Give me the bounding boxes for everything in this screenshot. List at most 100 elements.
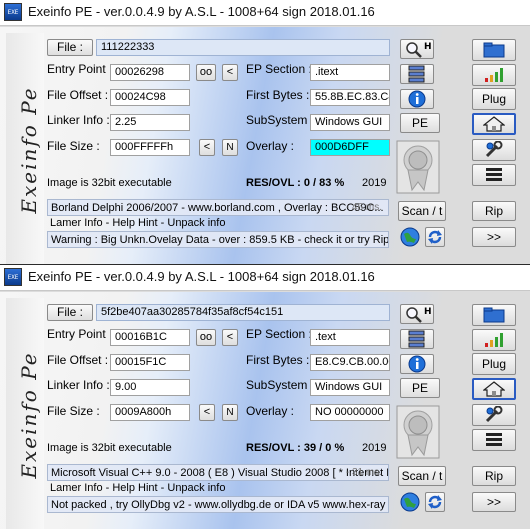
- entry-point-oo-button[interactable]: oo: [196, 329, 216, 346]
- file-open-button[interactable]: File :: [47, 39, 93, 56]
- exeinfo-window: EXE Exeinfo PE - ver.0.0.4.9 by A.S.L - …: [0, 0, 530, 264]
- entry-point-prev-button[interactable]: <: [222, 329, 238, 346]
- entry-point-field[interactable]: 00016B1C: [110, 329, 190, 346]
- file-offset-field[interactable]: 00024C98: [110, 89, 190, 106]
- list-button[interactable]: [472, 164, 516, 186]
- web-button[interactable]: [400, 492, 420, 512]
- ep-section-label: EP Section :: [246, 327, 312, 341]
- search-button[interactable]: H: [400, 39, 434, 59]
- lamer-info-line[interactable]: Lamer Info - Help Hint - Unpack info: [47, 215, 389, 232]
- first-bytes-label: First Bytes :: [246, 353, 310, 367]
- file-size-label: File Size :: [47, 139, 100, 153]
- subsystem-label: SubSystem :: [246, 378, 315, 392]
- scan-button[interactable]: Scan / t: [398, 466, 446, 486]
- overlay-field[interactable]: 000D6DFF: [310, 139, 390, 156]
- app-icon: EXE: [4, 268, 22, 286]
- open-folder-button[interactable]: [472, 304, 516, 326]
- title-bar[interactable]: EXE Exeinfo PE - ver.0.0.4.9 by A.S.L - …: [0, 0, 530, 26]
- refresh-button[interactable]: [425, 227, 445, 247]
- refresh-icon: [428, 495, 442, 509]
- rip-button[interactable]: Rip: [472, 201, 516, 221]
- file-name-field[interactable]: 5f2be407aa30285784f35af8cf54c151: [96, 304, 390, 321]
- file-size-field[interactable]: 000FFFFFh: [110, 139, 190, 156]
- home-button[interactable]: [472, 113, 516, 135]
- list-icon: [486, 168, 502, 181]
- scan-time: - 31 ms.: [345, 467, 382, 478]
- brand-stripe: Exeinfo Pe: [6, 298, 44, 529]
- plug-button[interactable]: Plug: [472, 353, 516, 375]
- h-label: H: [424, 307, 432, 317]
- tools-button[interactable]: [472, 404, 516, 426]
- ep-section-field[interactable]: .text: [310, 329, 390, 346]
- first-bytes-field[interactable]: 55.8B.EC.83.C4: [310, 89, 390, 106]
- signal-bars-icon: [485, 333, 503, 347]
- options-button[interactable]: [472, 64, 516, 86]
- first-bytes-field[interactable]: E8.C9.CB.00.00: [310, 354, 390, 371]
- hint-line[interactable]: Not packed , try OllyDbg v2 - www.ollydb…: [47, 496, 389, 513]
- globe-icon: [400, 492, 420, 512]
- entry-point-oo-button[interactable]: oo: [196, 64, 216, 81]
- detection-result-line[interactable]: Borland Delphi 2006/2007 - www.borland.c…: [47, 199, 389, 216]
- file-size-n-button[interactable]: N: [222, 139, 238, 156]
- list-button[interactable]: [472, 429, 516, 451]
- overlay-field[interactable]: NO 00000000: [310, 404, 390, 421]
- entry-point-label: Entry Point :: [47, 327, 113, 341]
- brand-logo-text: Exeinfo Pe: [17, 351, 41, 479]
- search-icon: [406, 42, 422, 58]
- open-folder-button[interactable]: [472, 39, 516, 61]
- file-size-field[interactable]: 0009A800h: [110, 404, 190, 421]
- pe-button[interactable]: PE: [400, 378, 440, 398]
- app-icon: EXE: [4, 3, 22, 21]
- executable-info-text: Image is 32bit executable: [47, 442, 172, 454]
- medal-seal-icon: [396, 405, 440, 459]
- subsystem-field[interactable]: Windows GUI: [310, 114, 390, 131]
- exeinfo-window: EXE Exeinfo PE - ver.0.0.4.9 by A.S.L - …: [0, 265, 530, 529]
- ep-section-field[interactable]: .itext: [310, 64, 390, 81]
- window-title: Exeinfo PE - ver.0.0.4.9 by A.S.L - 1008…: [28, 4, 375, 19]
- file-size-prev-button[interactable]: <: [199, 404, 215, 421]
- hint-line[interactable]: Warning : Big Unkn.Ovelay Data - over : …: [47, 231, 389, 248]
- file-size-label: File Size :: [47, 404, 100, 418]
- pe-button[interactable]: PE: [400, 113, 440, 133]
- entry-point-prev-button[interactable]: <: [222, 64, 238, 81]
- scan-button[interactable]: Scan / t: [398, 201, 446, 221]
- entry-point-field[interactable]: 00026298: [110, 64, 190, 81]
- home-button[interactable]: [472, 378, 516, 400]
- plug-button[interactable]: Plug: [472, 88, 516, 110]
- file-size-n-button[interactable]: N: [222, 404, 238, 421]
- next-button[interactable]: >>: [472, 492, 516, 512]
- options-button[interactable]: [472, 329, 516, 351]
- rip-button[interactable]: Rip: [472, 466, 516, 486]
- brand-logo-text: Exeinfo Pe: [17, 86, 41, 214]
- search-button[interactable]: H: [400, 304, 434, 324]
- window-title: Exeinfo PE - ver.0.0.4.9 by A.S.L - 1008…: [28, 269, 375, 284]
- sections-icon: [408, 65, 425, 83]
- sections-button[interactable]: [400, 329, 434, 349]
- file-name-field[interactable]: 111222333: [96, 39, 390, 56]
- file-open-button[interactable]: File :: [47, 304, 93, 321]
- sections-button[interactable]: [400, 64, 434, 84]
- linker-info-field[interactable]: 9.00: [110, 379, 190, 396]
- overlay-label: Overlay :: [246, 139, 295, 153]
- file-offset-label: File Offset :: [47, 88, 109, 102]
- info-button[interactable]: [400, 354, 434, 374]
- tools-button[interactable]: [472, 139, 516, 161]
- next-button[interactable]: >>: [472, 227, 516, 247]
- info-icon: [408, 90, 426, 108]
- folder-icon: [483, 307, 505, 323]
- detection-result-text: Borland Delphi 2006/2007 - www.borland.c…: [51, 202, 384, 214]
- file-size-prev-button[interactable]: <: [199, 139, 215, 156]
- year-text: 2019: [362, 177, 387, 189]
- lamer-info-line[interactable]: Lamer Info - Help Hint - Unpack info: [47, 480, 389, 497]
- refresh-button[interactable]: [425, 492, 445, 512]
- file-offset-field[interactable]: 00015F1C: [110, 354, 190, 371]
- entry-point-label: Entry Point :: [47, 62, 113, 76]
- subsystem-field[interactable]: Windows GUI: [310, 379, 390, 396]
- title-bar[interactable]: EXE Exeinfo PE - ver.0.0.4.9 by A.S.L - …: [0, 265, 530, 291]
- info-button[interactable]: [400, 89, 434, 109]
- main-panel: Exeinfo Pe File : 5f2be407aa30285784f35a…: [0, 292, 530, 529]
- linker-info-field[interactable]: 2.25: [110, 114, 190, 131]
- web-button[interactable]: [400, 227, 420, 247]
- linker-info-label: Linker Info :: [47, 113, 110, 127]
- detection-result-line[interactable]: Microsoft Visual C++ 9.0 - 2008 ( E8 ) V…: [47, 464, 389, 481]
